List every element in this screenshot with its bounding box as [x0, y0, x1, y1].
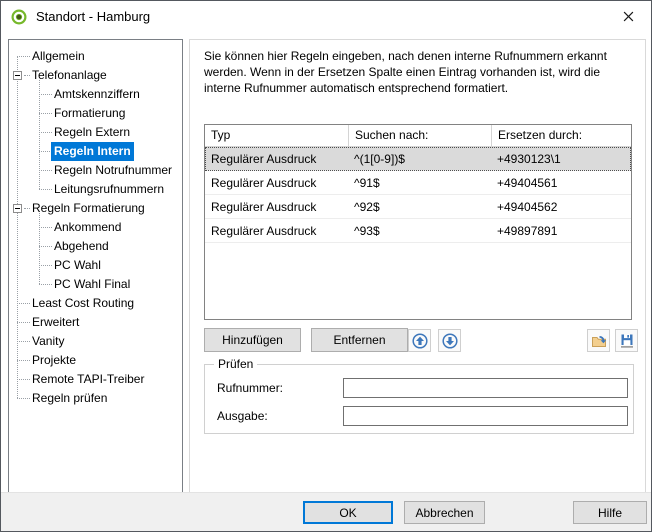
table-header-row: Typ Suchen nach: Ersetzen durch: — [205, 125, 631, 147]
sidebar-item-vanity[interactable]: Vanity — [9, 332, 182, 351]
cell-ersetzen: +49404561 — [491, 176, 631, 190]
cell-suchen: ^92$ — [348, 200, 491, 214]
column-header-typ[interactable]: Typ — [205, 125, 348, 146]
standort-dialog: Standort - Hamburg Allgemein Telefonanla… — [0, 0, 652, 532]
app-target-icon — [11, 9, 27, 25]
close-button[interactable] — [606, 1, 651, 32]
cell-suchen: ^93$ — [348, 224, 491, 238]
sidebar-item-regeln-pruefen[interactable]: Regeln prüfen — [9, 389, 182, 408]
ausgabe-input[interactable] — [343, 406, 628, 426]
move-down-button[interactable] — [438, 329, 461, 352]
rules-panel: Sie können hier Regeln eingeben, nach de… — [189, 39, 646, 494]
move-up-button[interactable] — [408, 329, 431, 352]
sidebar-item-abgehend[interactable]: Abgehend — [9, 237, 182, 256]
intro-text: Sie können hier Regeln eingeben, nach de… — [204, 48, 638, 96]
column-header-suchen-nach[interactable]: Suchen nach: — [348, 125, 491, 146]
collapse-toggle-icon[interactable] — [13, 204, 22, 213]
remove-button[interactable]: Entfernen — [311, 328, 408, 352]
dialog-footer: OK Abbrechen Hilfe — [1, 492, 651, 531]
move-down-icon — [442, 333, 458, 349]
cell-ersetzen: +4930123\1 — [491, 152, 631, 166]
sidebar-item-pc-wahl-final[interactable]: PC Wahl Final — [9, 275, 182, 294]
move-up-icon — [412, 333, 428, 349]
ok-button[interactable]: OK — [303, 501, 393, 524]
sidebar-item-formatierung[interactable]: Formatierung — [9, 104, 182, 123]
save-rules-button[interactable] — [615, 329, 638, 352]
sidebar-item-amtskennziffern[interactable]: Amtskennziffern — [9, 85, 182, 104]
ausgabe-label: Ausgabe: — [217, 409, 268, 423]
settings-tree: Allgemein Telefonanlage Amtskennziffern … — [8, 39, 183, 494]
close-icon — [623, 11, 634, 22]
cell-typ: Regulärer Ausdruck — [205, 200, 348, 214]
sidebar-item-ankommend[interactable]: Ankommend — [9, 218, 182, 237]
table-row[interactable]: Regulärer Ausdruck ^(1[0-9])$ +4930123\1 — [205, 147, 631, 171]
add-button[interactable]: Hinzufügen — [204, 328, 301, 352]
table-row[interactable]: Regulärer Ausdruck ^91$ +49404561 — [205, 171, 631, 195]
cell-typ: Regulärer Ausdruck — [205, 224, 348, 238]
sidebar-item-allgemein[interactable]: Allgemein — [9, 47, 182, 66]
title-bar: Standort - Hamburg — [1, 1, 651, 32]
folder-import-icon — [591, 333, 607, 349]
sidebar-item-telefonanlage[interactable]: Telefonanlage — [9, 66, 182, 85]
cell-ersetzen: +49897891 — [491, 224, 631, 238]
collapse-toggle-icon[interactable] — [13, 71, 22, 80]
cell-suchen: ^(1[0-9])$ — [348, 152, 491, 166]
rufnummer-label: Rufnummer: — [217, 381, 283, 395]
table-row[interactable]: Regulärer Ausdruck ^93$ +49897891 — [205, 219, 631, 243]
rules-table: Typ Suchen nach: Ersetzen durch: Regulär… — [204, 124, 632, 320]
import-rules-button[interactable] — [587, 329, 610, 352]
sidebar-item-leitungsrufnummern[interactable]: Leitungsrufnummern — [9, 180, 182, 199]
sidebar-item-remote-tapi-treiber[interactable]: Remote TAPI-Treiber — [9, 370, 182, 389]
floppy-save-icon — [619, 333, 635, 349]
sidebar-item-erweitert[interactable]: Erweitert — [9, 313, 182, 332]
group-title: Prüfen — [214, 357, 257, 371]
window-title: Standort - Hamburg — [36, 9, 150, 24]
pruefen-group: Prüfen Rufnummer: Ausgabe: — [204, 364, 634, 434]
sidebar-item-pc-wahl[interactable]: PC Wahl — [9, 256, 182, 275]
sidebar-item-least-cost-routing[interactable]: Least Cost Routing — [9, 294, 182, 313]
help-button[interactable]: Hilfe — [573, 501, 647, 524]
cell-ersetzen: +49404562 — [491, 200, 631, 214]
rufnummer-input[interactable] — [343, 378, 628, 398]
sidebar-item-regeln-notrufnummer[interactable]: Regeln Notrufnummer — [9, 161, 182, 180]
column-header-ersetzen-durch[interactable]: Ersetzen durch: — [491, 125, 631, 146]
cancel-button[interactable]: Abbrechen — [404, 501, 485, 524]
cell-typ: Regulärer Ausdruck — [205, 176, 348, 190]
sidebar-item-regeln-intern[interactable]: Regeln Intern — [9, 142, 182, 161]
sidebar-item-projekte[interactable]: Projekte — [9, 351, 182, 370]
cell-typ: Regulärer Ausdruck — [205, 152, 348, 166]
sidebar-item-regeln-extern[interactable]: Regeln Extern — [9, 123, 182, 142]
table-row[interactable]: Regulärer Ausdruck ^92$ +49404562 — [205, 195, 631, 219]
sidebar-item-regeln-formatierung[interactable]: Regeln Formatierung — [9, 199, 182, 218]
cell-suchen: ^91$ — [348, 176, 491, 190]
